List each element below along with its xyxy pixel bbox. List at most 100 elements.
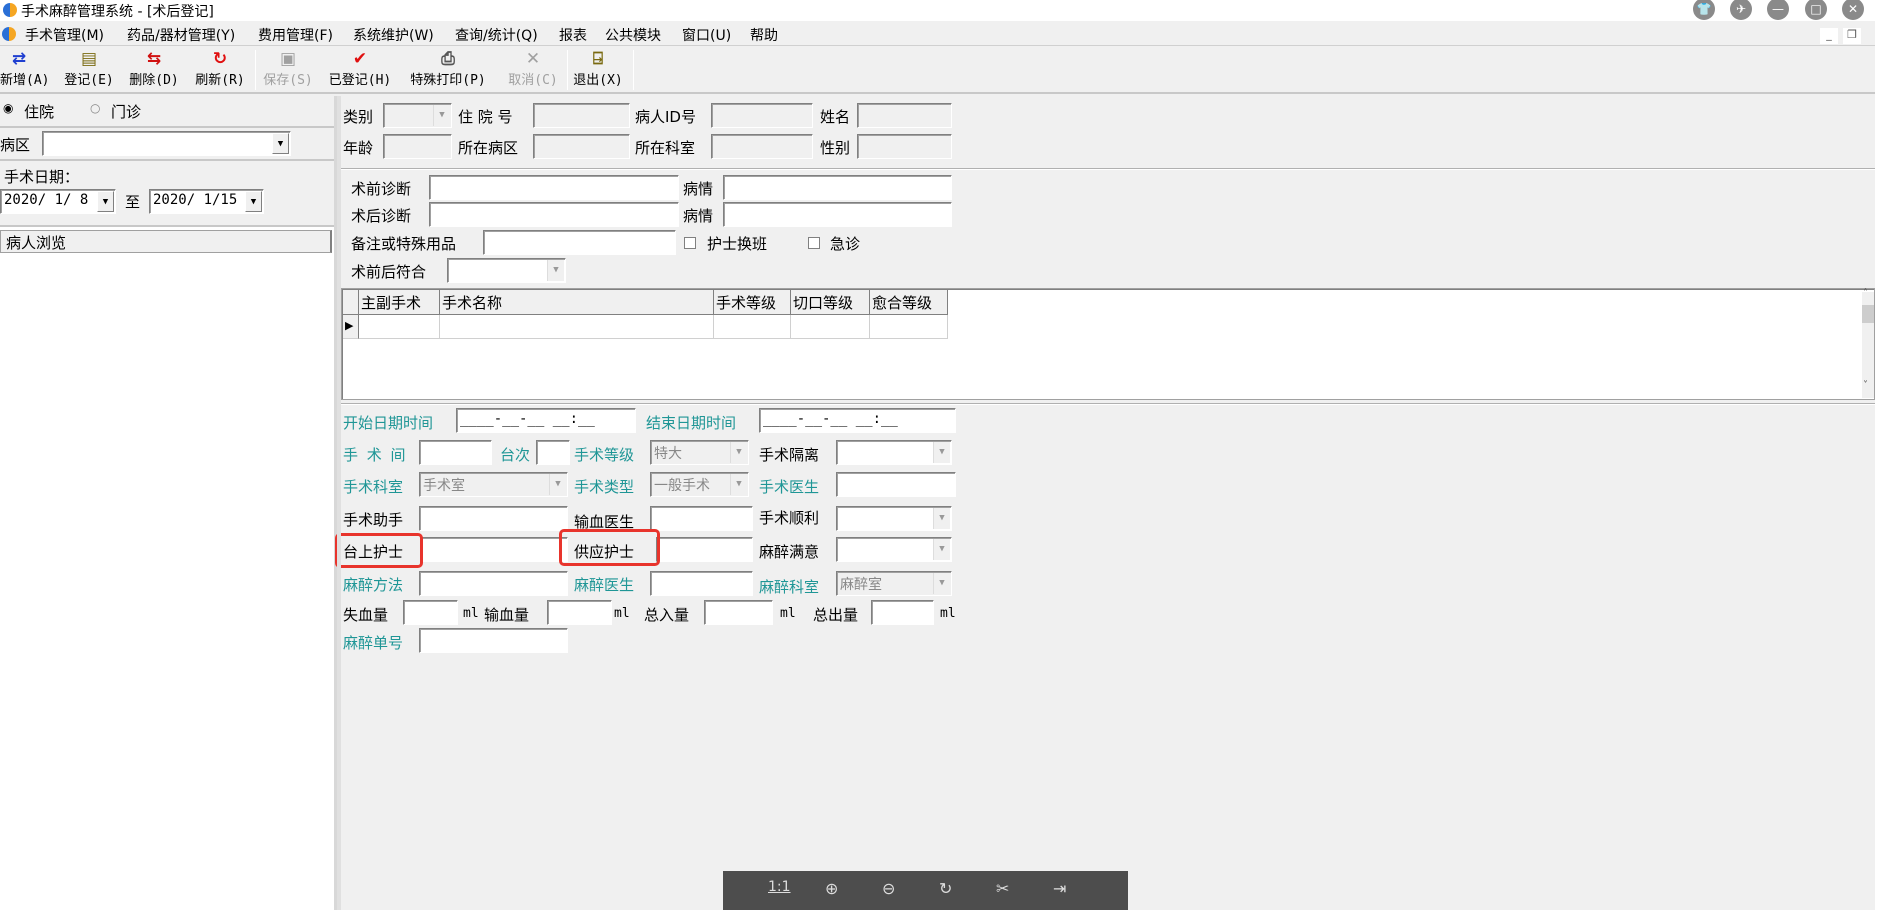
scrub-nurse-field[interactable] <box>421 537 568 562</box>
grid-cell[interactable] <box>359 315 440 339</box>
chevron-down-icon[interactable]: ▼ <box>730 474 747 495</box>
chevron-down-icon[interactable]: ▼ <box>272 133 289 154</box>
add-button[interactable]: ⇄ 新增(A) <box>0 49 49 91</box>
assistant-field[interactable] <box>419 506 568 531</box>
register-button[interactable]: ▤ 登记(E) <box>62 49 116 91</box>
menu-drugs[interactable]: 药品/器材管理(Y) <box>127 25 235 45</box>
transfusion-doctor-field[interactable] <box>650 506 753 531</box>
surgery-grid[interactable]: 主副手术 手术名称 手术等级 切口等级 愈合等级 ▶ <box>341 288 1875 400</box>
chevron-down-icon[interactable]: ▼ <box>549 474 566 495</box>
skin-icon[interactable]: 👕 <box>1693 0 1715 20</box>
pre-condition-field[interactable] <box>723 175 952 200</box>
total-in-field[interactable] <box>704 600 773 625</box>
exit-button[interactable]: ⍈ 退出(X) <box>570 49 626 91</box>
mdi-minimize-button[interactable]: _ <box>1820 28 1838 44</box>
age-field[interactable] <box>383 134 452 159</box>
pin-icon[interactable]: ✈ <box>1730 0 1752 20</box>
chevron-down-icon[interactable]: ▼ <box>933 508 950 529</box>
menu-fees[interactable]: 费用管理(F) <box>258 25 333 45</box>
special-print-button[interactable]: ⎙ 特殊打印(P) <box>405 49 491 91</box>
radio-outpatient-label[interactable]: 门诊 <box>111 101 141 122</box>
grid-scrollbar[interactable]: ˄ ˅ <box>1862 288 1874 398</box>
chevron-down-icon[interactable]: ▼ <box>97 191 114 212</box>
cancel-button[interactable]: ✕ 取消(C) <box>505 49 561 91</box>
pre-diagnosis-field[interactable] <box>429 175 679 200</box>
anesthesia-method-field[interactable] <box>419 571 568 596</box>
menu-system[interactable]: 系统维护(W) <box>353 25 434 45</box>
notes-field[interactable] <box>483 230 676 255</box>
splitter[interactable] <box>337 96 341 910</box>
date-from-picker[interactable]: 2020/ 1/ 8 ▼ <box>0 189 116 214</box>
chevron-down-icon[interactable]: ▼ <box>933 573 950 594</box>
grid-cell[interactable] <box>791 315 870 339</box>
blood-loss-field[interactable] <box>403 600 458 625</box>
operating-room-field[interactable] <box>419 440 492 465</box>
surgery-dept-select[interactable]: 手术室 ▼ <box>419 472 568 497</box>
menu-help[interactable]: 帮助 <box>750 25 778 45</box>
date-to-picker[interactable]: 2020/ 1/15 ▼ <box>149 189 264 214</box>
grid-header-incision[interactable]: 切口等级 <box>791 290 870 315</box>
zoom-in-icon[interactable]: ⊕ <box>825 879 838 898</box>
isolation-select[interactable]: ▼ <box>836 440 952 465</box>
menu-surgery[interactable]: 手术管理(M) <box>25 25 104 45</box>
sequence-field[interactable] <box>536 440 570 465</box>
surgery-type-select[interactable]: 一般手术 ▼ <box>650 472 749 497</box>
close-button[interactable]: ✕ <box>1842 0 1864 20</box>
grid-header-level[interactable]: 手术等级 <box>714 290 791 315</box>
nurse-shift-label[interactable]: 护士换班 <box>707 233 767 254</box>
pre-post-match-select[interactable]: ▼ <box>447 258 566 283</box>
patient-ward-field[interactable] <box>533 134 630 159</box>
category-select[interactable]: ▼ <box>383 103 452 128</box>
actual-size-button[interactable]: 1:1 <box>768 879 791 895</box>
chevron-down-icon[interactable]: ▼ <box>730 442 747 463</box>
chevron-down-icon[interactable]: ▼ <box>547 260 564 281</box>
supply-nurse-field[interactable] <box>656 537 753 562</box>
delete-button[interactable]: ⇆ 删除(D) <box>127 49 181 91</box>
ward-select[interactable]: ▼ <box>42 131 291 156</box>
scroll-thumb[interactable] <box>1862 305 1874 323</box>
registered-button[interactable]: ✔ 已登记(H) <box>325 49 395 91</box>
radio-inpatient-label[interactable]: 住院 <box>24 101 54 122</box>
end-datetime-field[interactable]: ____-__-__ __:__ <box>759 408 956 433</box>
name-field[interactable] <box>857 103 952 128</box>
dept-field[interactable] <box>711 134 813 159</box>
grid-cell[interactable] <box>714 315 791 339</box>
crop-icon[interactable]: ✂ <box>996 879 1009 898</box>
grid-cell[interactable] <box>870 315 948 339</box>
scroll-down-icon[interactable]: ˅ <box>1863 380 1868 391</box>
anesthesia-doctor-field[interactable] <box>650 571 753 596</box>
surgery-level-select[interactable]: 特大 ▼ <box>650 440 749 465</box>
sex-field[interactable] <box>857 134 952 159</box>
mdi-restore-button[interactable]: ❐ <box>1843 28 1861 44</box>
save-button[interactable]: ▣ 保存(S) <box>260 49 316 91</box>
transfusion-field[interactable] <box>547 600 612 625</box>
scroll-up-icon[interactable]: ˄ <box>1863 288 1868 299</box>
minimize-button[interactable]: — <box>1767 0 1789 20</box>
chevron-down-icon[interactable]: ▼ <box>433 105 450 126</box>
patient-id-field[interactable] <box>711 103 813 128</box>
save-as-icon[interactable]: ⇥ <box>1053 879 1066 898</box>
emergency-checkbox[interactable] <box>808 237 820 249</box>
post-diagnosis-field[interactable] <box>429 202 679 227</box>
start-datetime-field[interactable]: ____-__-__ __:__ <box>456 408 636 433</box>
grid-cell[interactable] <box>440 315 714 339</box>
grid-header-primary[interactable]: 主副手术 <box>359 290 440 315</box>
refresh-button[interactable]: ↻ 刷新(R) <box>193 49 247 91</box>
radio-inpatient[interactable]: ◉ <box>3 101 13 115</box>
menu-window[interactable]: 窗口(U) <box>682 25 731 45</box>
maximize-button[interactable]: □ <box>1805 0 1827 20</box>
anesthesia-satisfaction-select[interactable]: ▼ <box>836 537 952 562</box>
rotate-icon[interactable]: ↻ <box>939 879 952 898</box>
zoom-out-icon[interactable]: ⊖ <box>882 879 895 898</box>
menu-public[interactable]: 公共模块 <box>605 25 661 45</box>
surgeon-field[interactable] <box>836 472 956 497</box>
emergency-label[interactable]: 急诊 <box>830 233 860 254</box>
grid-header-healing[interactable]: 愈合等级 <box>870 290 948 315</box>
total-out-field[interactable] <box>871 600 934 625</box>
nurse-shift-checkbox[interactable] <box>684 237 696 249</box>
anesthesia-dept-select[interactable]: 麻醉室 ▼ <box>836 571 952 596</box>
anesthesia-no-field[interactable] <box>419 628 568 653</box>
post-condition-field[interactable] <box>723 202 952 227</box>
menu-reports[interactable]: 报表 <box>559 25 587 45</box>
chevron-down-icon[interactable]: ▼ <box>245 191 262 212</box>
